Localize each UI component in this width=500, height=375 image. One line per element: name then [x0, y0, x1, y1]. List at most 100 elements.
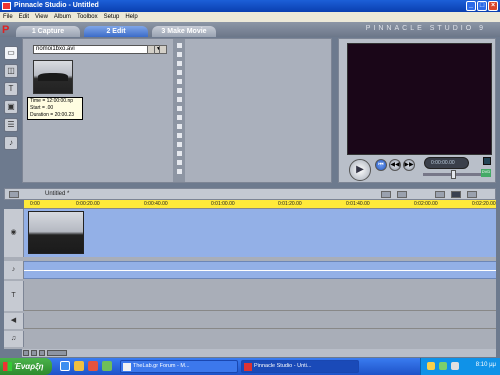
zoom-out-icon[interactable]	[31, 350, 37, 356]
scroll-handle[interactable]	[47, 350, 67, 356]
pinnacle-task-icon	[244, 363, 252, 371]
dvd-icon[interactable]: DVD	[481, 169, 491, 177]
zoom-in-icon[interactable]	[23, 350, 29, 356]
maximize-button[interactable]: □	[477, 1, 487, 11]
source-file-name: nomoi1bxo.avi	[36, 46, 75, 52]
mode-tab-bar: P 1 Capture 2 Edit 3 Make Movie PINNACLE…	[0, 22, 500, 37]
list-view-icon[interactable]	[159, 45, 167, 54]
start-button[interactable]: Έναρξη	[0, 358, 52, 375]
menu-setup[interactable]: Setup	[104, 14, 120, 22]
album-tool-strip: ▭ ◫ T ▣ ☰ ♪	[4, 46, 20, 154]
tab-edit[interactable]: 2 Edit	[84, 26, 148, 37]
folder-quicklaunch-icon[interactable]	[74, 361, 84, 371]
volume-knob[interactable]	[451, 170, 456, 179]
video-scenes-icon[interactable]: ▭	[4, 46, 18, 60]
music-track[interactable]	[24, 331, 496, 347]
app-icon	[2, 2, 11, 10]
original-audio-track[interactable]	[24, 261, 496, 279]
video-clip[interactable]	[28, 211, 84, 254]
preview-screen	[347, 43, 492, 155]
scene-thumbnail[interactable]	[33, 60, 73, 94]
language-icon[interactable]	[427, 362, 435, 370]
media-icon[interactable]	[88, 361, 98, 371]
preview-player: ▶ ⏮ ◀◀ ▶▶ 0:00:00.00 DVD	[338, 38, 496, 183]
timeline-view-icon[interactable]	[451, 191, 461, 198]
source-file-dropdown[interactable]: nomoi1bxo.avi ▼	[33, 45, 163, 54]
ruler-tick: 0:02:00.00	[414, 201, 438, 207]
video-track[interactable]	[24, 209, 496, 257]
clock[interactable]: 8:10 μμ	[476, 362, 496, 368]
fullscreen-icon[interactable]	[483, 157, 491, 165]
menu-help[interactable]: Help	[125, 14, 137, 22]
taskbar-item-pinnacle[interactable]: Pinnacle Studio - Unti...	[241, 360, 359, 373]
menus-icon[interactable]: ☰	[4, 118, 18, 132]
ruler-tick: 0:01:00.00	[211, 201, 235, 207]
video-track-icon[interactable]: ◉	[4, 209, 24, 257]
razor-icon[interactable]	[381, 191, 391, 198]
menu-toolbox[interactable]: Toolbox	[77, 14, 98, 22]
photos-icon[interactable]: ▣	[4, 100, 18, 114]
time-counter[interactable]: 0:00:00.00	[424, 157, 469, 169]
tab-capture[interactable]: 1 Capture	[16, 26, 80, 37]
ruler-tick: 0:00:40.00	[144, 201, 168, 207]
taskbar-item-label: Pinnacle Studio - Unti...	[254, 363, 312, 369]
timeline-zoom-bar	[22, 349, 496, 357]
timeline-tracks: ◉ ♪ T ◀ ♫	[4, 209, 496, 349]
desktop-icon[interactable]	[102, 361, 112, 371]
folder-icon[interactable]	[147, 45, 155, 54]
windows-flag-icon	[3, 362, 12, 371]
window-title: Pinnacle Studio - Untitled	[14, 2, 99, 9]
minimize-button[interactable]: _	[466, 1, 476, 11]
album-left-page: nomoi1bxo.avi ▼ Time = 12:00:00.np Start…	[23, 39, 173, 182]
menu-bar: File Edit View Album Toolbox Setup Help	[0, 12, 500, 22]
taskbar: Έναρξη TheLab.gr Forum - M... Pinnacle S…	[0, 358, 500, 375]
forward-button[interactable]: ▶▶	[403, 159, 415, 171]
menu-album[interactable]: Album	[54, 14, 71, 22]
pinnacle-logo: P	[2, 24, 10, 36]
ruler-tick: 0:00	[30, 201, 40, 207]
titles-icon[interactable]: T	[4, 82, 18, 96]
volume-slider[interactable]	[423, 170, 483, 179]
tooltip-start: Start = .00	[30, 105, 54, 111]
camera-icon[interactable]	[9, 191, 19, 198]
album-spine	[173, 39, 185, 182]
album-right-page	[185, 39, 331, 182]
play-button[interactable]: ▶	[349, 159, 371, 181]
title-track-icon[interactable]: T	[4, 281, 24, 311]
brand-label: PINNACLE STUDIO 9	[365, 25, 486, 32]
sound-effects-track[interactable]	[24, 313, 496, 329]
audio-track-icon[interactable]: ♪	[4, 261, 24, 279]
rewind-button[interactable]: ◀◀	[389, 159, 401, 171]
system-tray: 8:10 μμ	[420, 358, 500, 375]
timeline-header: Untitled *	[4, 188, 496, 200]
menu-edit[interactable]: Edit	[19, 14, 29, 22]
window-controls: _ □ ×	[466, 1, 498, 11]
menu-file[interactable]: File	[3, 14, 13, 22]
timeline-ruler[interactable]: 0:00 0:00:20.00 0:00:40.00 0:01:00.00 0:…	[24, 200, 496, 209]
trash-icon[interactable]	[397, 191, 407, 198]
project-title: Untitled *	[45, 191, 70, 197]
music-track-icon[interactable]: ♫	[4, 331, 24, 347]
close-button[interactable]: ×	[488, 1, 498, 11]
ruler-tick: 0:00:20.00	[76, 201, 100, 207]
overlay-track[interactable]	[24, 281, 496, 311]
ie-icon[interactable]	[60, 361, 70, 371]
scroll-left-icon[interactable]	[39, 350, 45, 356]
volume-icon[interactable]	[451, 362, 459, 370]
tooltip-duration: Duration = 20:00.23	[30, 112, 75, 118]
storyboard-view-icon[interactable]	[435, 191, 445, 198]
menu-view[interactable]: View	[35, 14, 48, 22]
browser-icon	[123, 363, 131, 371]
audio-waveform	[24, 270, 496, 271]
go-to-start-button[interactable]: ⏮	[375, 159, 387, 171]
tab-make-movie[interactable]: 3 Make Movie	[152, 26, 216, 37]
tooltip-time: Time = 12:00:00.np	[30, 98, 74, 104]
network-icon[interactable]	[439, 362, 447, 370]
taskbar-item-forum[interactable]: TheLab.gr Forum - M...	[120, 360, 238, 373]
sound-effects-icon[interactable]: ♪	[4, 136, 18, 150]
sound-track-icon[interactable]: ◀	[4, 313, 24, 329]
window-titlebar[interactable]: Pinnacle Studio - Untitled _ □ ×	[0, 0, 500, 12]
taskbar-item-label: TheLab.gr Forum - M...	[133, 363, 190, 369]
text-view-icon[interactable]	[467, 191, 477, 198]
transitions-icon[interactable]: ◫	[4, 64, 18, 78]
